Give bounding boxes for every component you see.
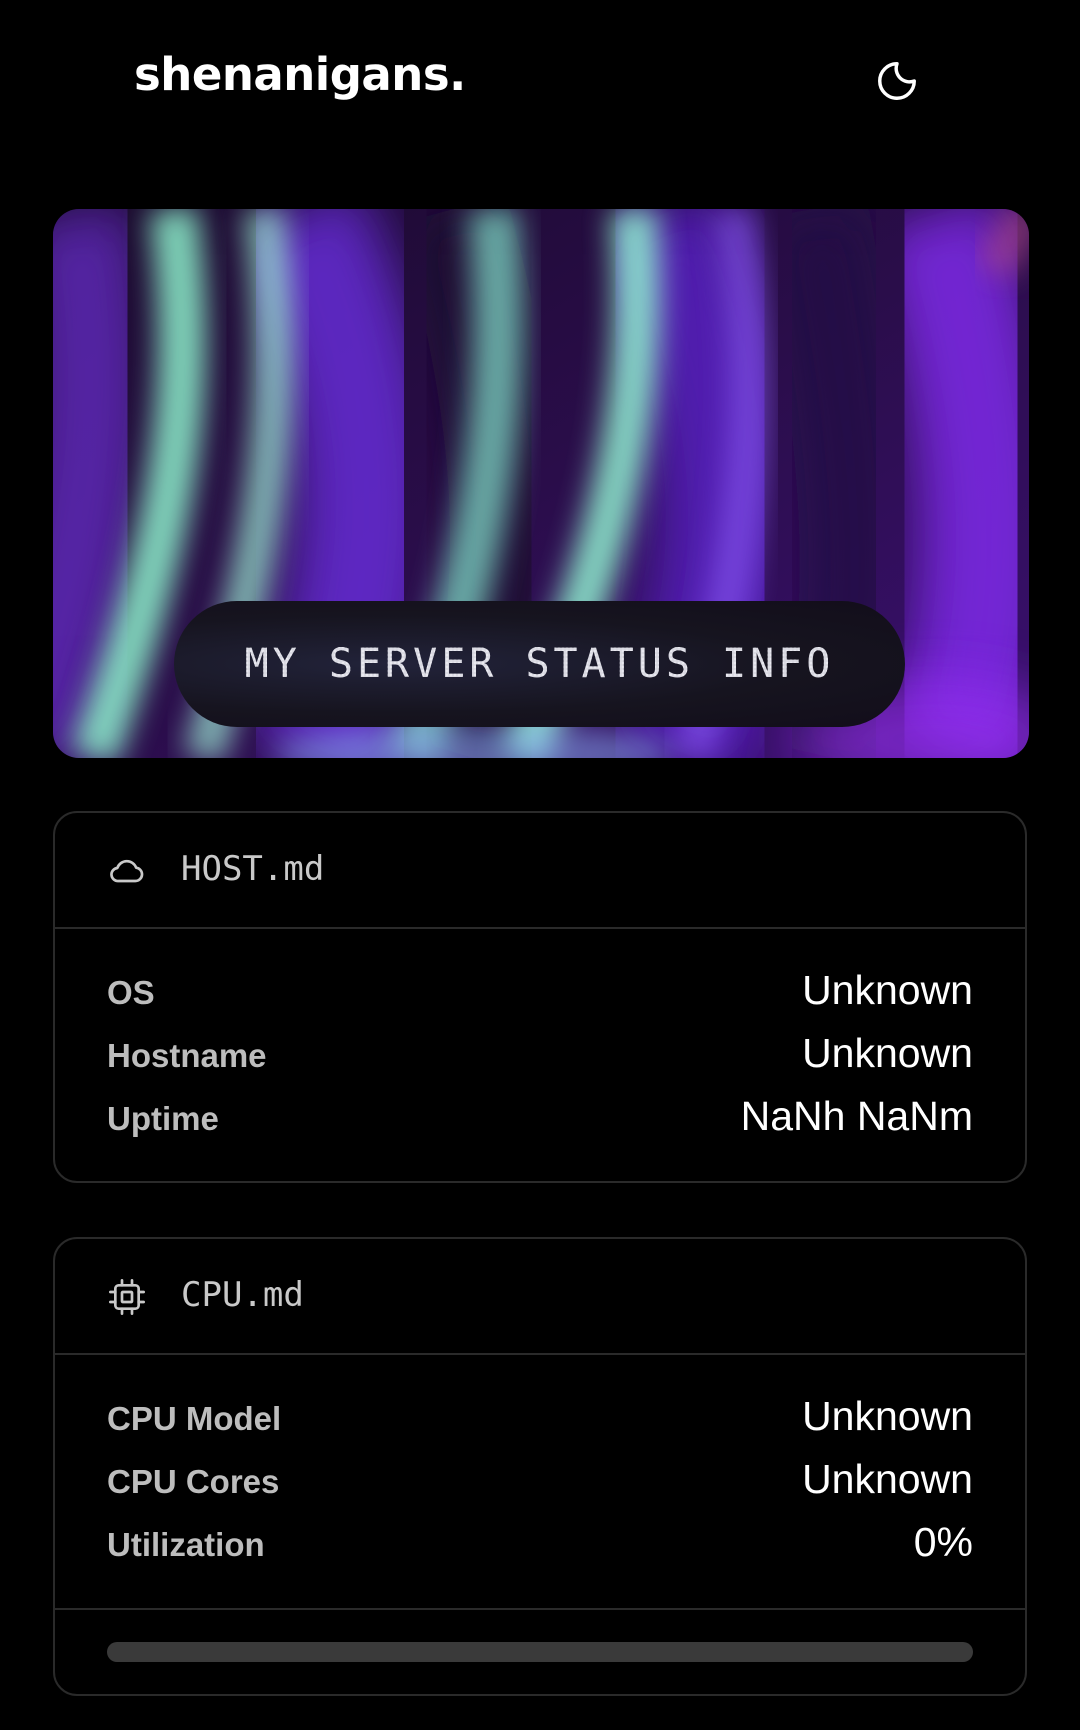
cpu-card-footer	[55, 1608, 1025, 1694]
host-row-uptime: Uptime NaNh NaNm	[107, 1093, 973, 1156]
host-card: HOST.md OS Unknown Hostname Unknown Upti…	[53, 811, 1027, 1183]
cpu-utilization-bar	[107, 1642, 973, 1662]
host-card-title: HOST.md	[181, 849, 325, 889]
utilization-label: Utilization	[107, 1526, 265, 1563]
cpu-chip-icon	[109, 1279, 146, 1315]
app-header: shenanigans.	[0, 0, 1080, 160]
uptime-value: NaNh NaNm	[740, 1093, 973, 1139]
cpu-row-utilization: Utilization 0%	[107, 1519, 973, 1582]
hostname-label: Hostname	[107, 1037, 267, 1074]
cpu-model-label: CPU Model	[107, 1400, 282, 1437]
uptime-label: Uptime	[107, 1100, 219, 1137]
host-row-hostname: Hostname Unknown	[107, 1030, 973, 1093]
os-value: Unknown	[802, 967, 973, 1013]
hostname-value: Unknown	[802, 1030, 973, 1076]
cloud-icon	[110, 859, 144, 883]
hero-title: MY SERVER STATUS INFO	[244, 641, 835, 687]
cpu-row-cores: CPU Cores Unknown	[107, 1456, 973, 1519]
hero-title-pill: MY SERVER STATUS INFO	[174, 601, 905, 727]
cpu-card-title: CPU.md	[181, 1275, 304, 1315]
hero-banner: MY SERVER STATUS INFO	[53, 209, 1029, 758]
cpu-cores-label: CPU Cores	[107, 1463, 280, 1500]
host-row-os: OS Unknown	[107, 967, 973, 1030]
os-label: OS	[107, 974, 155, 1011]
cpu-card-header: CPU.md	[55, 1239, 1025, 1355]
host-card-header: HOST.md	[55, 813, 1025, 929]
cpu-row-model: CPU Model Unknown	[107, 1393, 973, 1456]
cpu-card: CPU.md CPU Model Unknown CPU Cores Unkno…	[53, 1237, 1027, 1696]
cpu-cores-value: Unknown	[802, 1456, 973, 1502]
moon-icon	[878, 62, 916, 100]
host-info-list: OS Unknown Hostname Unknown Uptime NaNh …	[55, 929, 1025, 1156]
cpu-info-list: CPU Model Unknown CPU Cores Unknown Util…	[55, 1355, 1025, 1582]
theme-toggle-button[interactable]	[872, 56, 922, 106]
cpu-model-value: Unknown	[802, 1393, 973, 1439]
utilization-value: 0%	[913, 1519, 973, 1565]
brand-title[interactable]: shenanigans.	[134, 48, 466, 101]
